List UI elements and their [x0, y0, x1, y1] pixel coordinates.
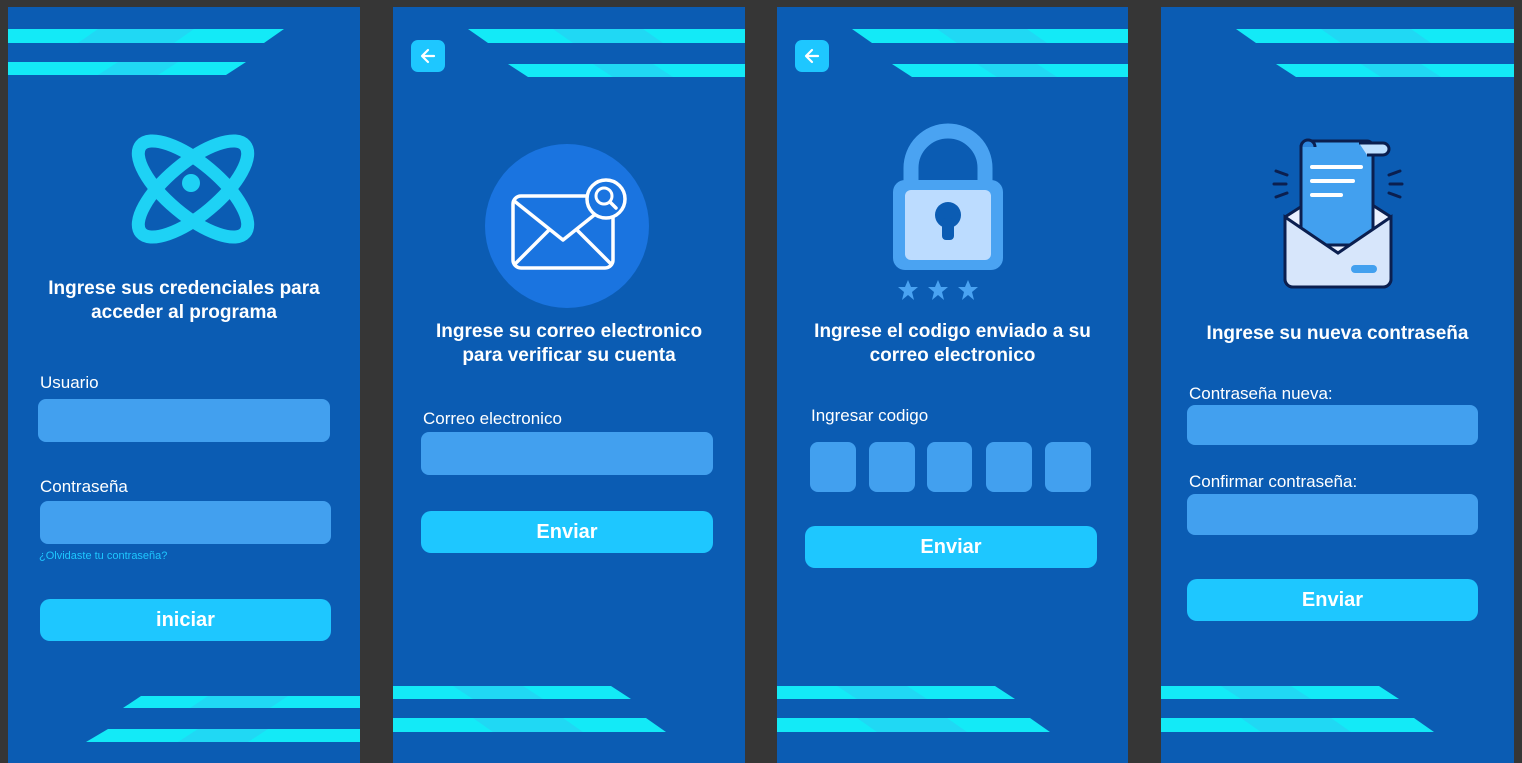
code-digit-2[interactable] [869, 442, 915, 492]
new-password-submit-button[interactable]: Enviar [1187, 579, 1478, 621]
back-button[interactable] [411, 40, 445, 72]
code-heading-line1: Ingrese el codigo enviado a su [814, 321, 1091, 342]
decorative-stripes [777, 29, 1128, 732]
password-label: Contraseña [40, 477, 128, 496]
new-password-label: Contraseña nueva: [1189, 384, 1333, 403]
back-button[interactable] [795, 40, 829, 72]
code-digit-3[interactable] [927, 442, 972, 492]
email-submit-button[interactable]: Enviar [421, 511, 713, 553]
user-label: Usuario [40, 373, 99, 392]
back-arrow-icon [420, 48, 436, 64]
password-input[interactable] [40, 501, 331, 544]
decorative-stripes [393, 29, 745, 732]
email-heading-line2: para verificar su cuenta [462, 345, 676, 366]
email-heading: Ingrese su correo electronico para verif… [393, 320, 745, 368]
login-submit-button[interactable]: iniciar [40, 599, 331, 641]
new-password-input[interactable] [1187, 405, 1478, 445]
back-arrow-icon [804, 48, 820, 64]
email-label: Correo electronico [423, 409, 562, 428]
login-screen: Ingrese sus credenciales para acceder al… [8, 7, 360, 763]
forgot-password-link[interactable]: ¿Olvidaste tu contraseña? [39, 550, 167, 562]
login-heading-line2: acceder al programa [91, 302, 277, 323]
new-password-screen: Ingrese su nueva contraseña Contraseña n… [1161, 7, 1514, 763]
code-label: Ingresar codigo [811, 406, 929, 425]
code-submit-button[interactable]: Enviar [805, 526, 1097, 568]
code-heading-line2: correo electronico [869, 345, 1036, 366]
login-heading-line1: Ingrese sus credenciales para [48, 278, 320, 299]
confirm-password-label: Confirmar contraseña: [1189, 472, 1358, 491]
email-verify-screen: Ingrese su correo electronico para verif… [393, 7, 745, 763]
code-digit-5[interactable] [1045, 442, 1091, 492]
confirm-password-input[interactable] [1187, 494, 1478, 535]
code-verify-screen: Ingrese el codigo enviado a su correo el… [777, 7, 1128, 763]
new-password-heading: Ingrese su nueva contraseña [1206, 323, 1469, 344]
code-digit-1[interactable] [810, 442, 856, 492]
email-heading-line1: Ingrese su correo electronico [435, 321, 703, 342]
email-input[interactable] [421, 432, 713, 475]
user-input[interactable] [38, 399, 330, 442]
padlock-icon [893, 123, 1003, 300]
login-heading: Ingrese sus credenciales para acceder al… [8, 277, 360, 325]
app-logo-icon [131, 134, 255, 244]
letter-envelope-icon [1272, 138, 1404, 289]
email-search-icon [485, 144, 649, 308]
code-digit-4[interactable] [986, 442, 1032, 492]
code-heading: Ingrese el codigo enviado a su correo el… [777, 320, 1128, 368]
